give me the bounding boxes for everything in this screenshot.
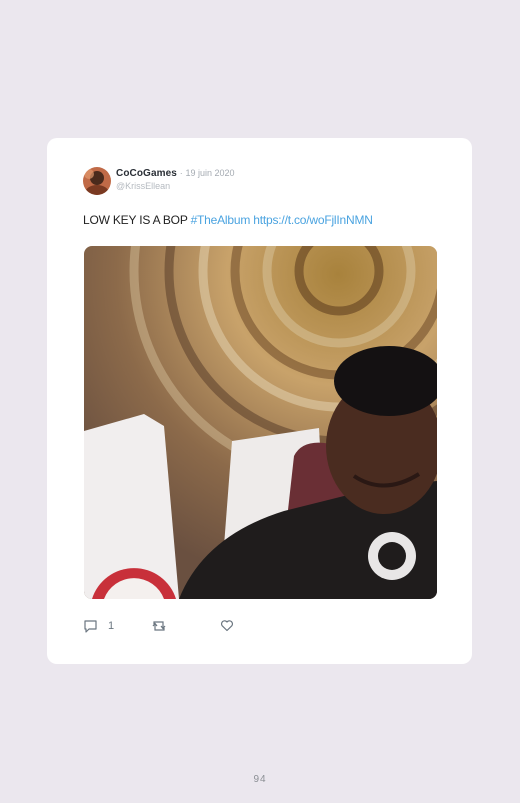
reply-count: 1 <box>108 620 115 632</box>
tweet-photo[interactable] <box>84 246 437 599</box>
page-number: 94 <box>253 774 267 785</box>
author-line: CoCoGames · 19 juin 2020 <box>116 168 235 179</box>
tweet-text: LOW KEY IS A BOP #TheAlbum https://t.co/… <box>83 213 373 227</box>
tweet-date[interactable]: 19 juin 2020 <box>185 168 234 178</box>
reply-icon <box>83 619 98 633</box>
hashtag-link[interactable]: #TheAlbum <box>191 213 251 227</box>
tweet-body: LOW KEY IS A BOP <box>83 213 188 227</box>
tweet-card: CoCoGames · 19 juin 2020 @KrissEllean LO… <box>47 138 472 664</box>
like-button[interactable] <box>220 619 234 632</box>
retweet-button[interactable] <box>151 619 167 633</box>
reply-button[interactable]: 1 <box>83 619 114 633</box>
tweet-url-link[interactable]: https://t.co/woFjlInNMN <box>253 213 373 227</box>
tweet-actions: 1 <box>83 619 283 637</box>
avatar[interactable] <box>83 167 111 195</box>
separator: · <box>179 168 183 178</box>
heart-icon <box>220 619 234 632</box>
display-name[interactable]: CoCoGames <box>116 168 177 179</box>
retweet-icon <box>151 619 167 633</box>
user-handle[interactable]: @KrissEllean <box>116 181 170 191</box>
